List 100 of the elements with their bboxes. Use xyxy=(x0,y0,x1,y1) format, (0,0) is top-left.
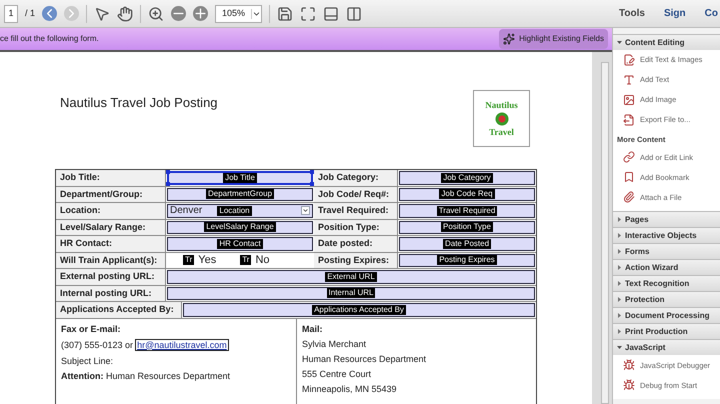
page-number-field[interactable]: 1 xyxy=(4,4,18,22)
full-screen-icon[interactable] xyxy=(300,6,316,22)
field-name-tag: Location xyxy=(217,206,252,216)
field-name-tag: Applications Accepted By xyxy=(312,304,406,315)
collapsed-triangle-icon xyxy=(617,297,622,302)
zoom-icon[interactable] xyxy=(148,6,164,22)
link-icon xyxy=(623,151,635,164)
page-total: / 1 xyxy=(25,6,36,20)
field-name-tag: Date Posted xyxy=(442,238,492,249)
collapsed-triangle-icon xyxy=(617,233,622,238)
bookmark-icon xyxy=(623,171,635,184)
panel-section-header[interactable]: Forms xyxy=(613,243,720,260)
address-line: Sylvia Merchant xyxy=(302,338,368,348)
form-label: Job Code/ Req#: xyxy=(314,186,398,202)
form-label: Applications Accepted By: xyxy=(56,302,182,318)
collapsed-triangle-icon xyxy=(617,217,622,222)
toolbar-tab[interactable]: Tools xyxy=(613,6,651,21)
document-title: Nautilus Travel Job Posting xyxy=(60,94,218,112)
text-field[interactable]: DepartmentGroup xyxy=(167,188,313,201)
bug-icon xyxy=(623,379,635,392)
panel-section-header[interactable]: Interactive Objects xyxy=(613,227,720,244)
panel-section-header[interactable]: Text Recognition xyxy=(613,275,720,292)
contact-line: Attention: Human Resources Department xyxy=(61,370,232,380)
form-label: Department/Group: xyxy=(56,186,166,202)
two-page-icon[interactable] xyxy=(346,6,362,22)
text-field[interactable]: Internal URL xyxy=(167,286,535,300)
text-field[interactable]: External URL xyxy=(167,270,535,284)
field-name-tag: Job Title xyxy=(223,172,257,183)
field-name-tag: Posting Expires xyxy=(437,255,497,266)
panel-section-header[interactable]: Pages xyxy=(613,211,720,228)
text-field[interactable]: Applications Accepted By xyxy=(183,303,535,316)
resize-handle[interactable] xyxy=(166,182,170,186)
form-label: Travel Required: xyxy=(314,203,398,218)
text-field[interactable]: Job Title xyxy=(167,171,313,184)
form-label: Posting Expires: xyxy=(314,252,398,268)
toolbar-tab[interactable]: Co xyxy=(698,6,720,21)
form-label: Job Title: xyxy=(56,170,166,186)
zoom-in-icon[interactable] xyxy=(193,6,208,21)
zoom-out-icon[interactable] xyxy=(171,6,186,21)
contact-heading: Fax or E-mail: xyxy=(61,324,122,334)
address-line: Minneapolis, MN 55439 xyxy=(302,384,398,394)
field-name-tag: Tr xyxy=(183,255,194,266)
select-cursor-icon[interactable] xyxy=(94,6,110,22)
text-field[interactable]: Travel Required xyxy=(399,204,535,218)
text-field[interactable]: LevelSalary Range xyxy=(167,220,313,234)
field-value: Denver xyxy=(170,206,202,216)
form-label: Position Type: xyxy=(314,220,398,235)
collapsed-triangle-icon xyxy=(617,329,622,334)
contact-line: Subject Line: xyxy=(61,356,114,366)
expanded-triangle-icon xyxy=(617,345,622,350)
logo-text: Nautilus xyxy=(485,100,518,110)
hand-icon[interactable] xyxy=(117,6,134,22)
panel-section-header[interactable]: Document Processing xyxy=(613,307,720,324)
panel-section-header[interactable]: Protection xyxy=(613,291,720,308)
collapsed-triangle-icon xyxy=(617,313,622,318)
paperclip-icon xyxy=(623,191,635,204)
phone-text: (307) 555-0123 or xyxy=(61,340,134,350)
scrollbar[interactable] xyxy=(601,62,609,404)
logo-text: Travel xyxy=(489,128,514,136)
field-name-tag: Tr xyxy=(240,255,252,266)
panel-section-header[interactable]: Print Production xyxy=(613,323,720,340)
toolbar-tab[interactable]: Sign xyxy=(658,6,692,21)
form-label: Will Train Applicant(s): xyxy=(56,252,166,268)
text-field[interactable]: Posting Expires xyxy=(399,254,535,267)
previous-page-icon[interactable] xyxy=(42,6,58,21)
text-icon xyxy=(623,74,635,86)
panel-section-header[interactable]: JavaScript xyxy=(613,339,720,356)
bug-icon xyxy=(623,359,635,372)
resize-handle[interactable] xyxy=(166,170,170,174)
field-name-tag: Travel Required xyxy=(436,206,498,216)
text-field[interactable]: Job Code Req xyxy=(399,188,535,201)
zoom-dropdown[interactable]: 105% xyxy=(215,4,262,22)
text-field[interactable]: HR Contact xyxy=(167,237,313,250)
text-field[interactable]: Job Category xyxy=(399,171,535,184)
address-line: Human Resources Department xyxy=(302,354,428,364)
field-name-tag: External URL xyxy=(325,272,377,282)
field-name-tag: Internal URL xyxy=(326,288,376,298)
option-label: Yes xyxy=(198,254,216,266)
resize-handle[interactable] xyxy=(310,182,314,186)
field-name-tag: Position Type xyxy=(441,222,493,232)
option-label: No xyxy=(255,254,270,266)
text-field[interactable]: Date Posted xyxy=(399,237,535,250)
highlight-icon xyxy=(503,33,516,45)
text-field[interactable]: Position Type xyxy=(399,220,535,234)
resize-handle[interactable] xyxy=(310,170,314,174)
collapsed-triangle-icon xyxy=(617,249,622,254)
panel-section-header[interactable]: Content Editing xyxy=(613,34,720,50)
contact-heading: Mail: xyxy=(302,324,324,334)
export-icon xyxy=(623,114,635,126)
email-link[interactable]: hr@nautilustravel.com xyxy=(135,338,229,350)
collapsed-triangle-icon xyxy=(617,265,622,270)
form-label: Level/Salary Range: xyxy=(56,220,166,235)
form-label: HR Contact: xyxy=(56,236,166,252)
dropdown-field[interactable]: Denver Location xyxy=(167,204,313,218)
highlight-fields-button[interactable]: Highlight Existing Fields xyxy=(499,29,608,49)
form-label: Date posted: xyxy=(314,236,398,252)
expanded-triangle-icon xyxy=(617,40,622,45)
field-name-tag: LevelSalary Range xyxy=(204,222,276,232)
panel-section-header[interactable]: Action Wizard xyxy=(613,259,720,276)
field-name-tag: HR Contact xyxy=(217,238,263,249)
